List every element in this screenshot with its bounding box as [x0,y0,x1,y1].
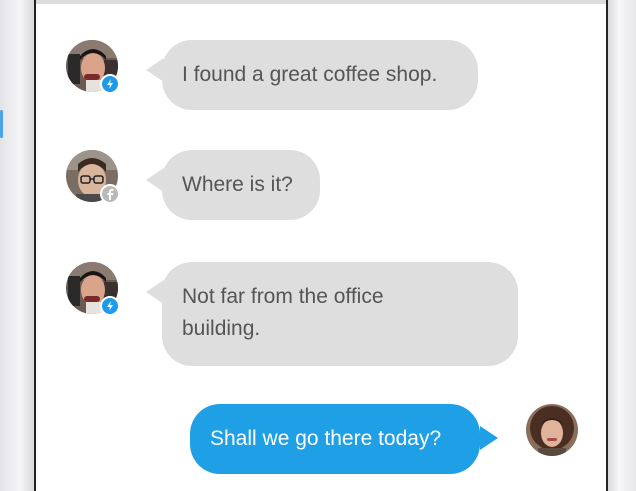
messenger-icon [100,74,120,94]
top-divider [36,0,606,4]
messenger-icon [100,296,120,316]
message-text: Shall we go there today? [210,427,442,450]
own-avatar[interactable] [526,404,578,456]
message-text: Not far from the office building. [182,285,384,340]
woman-curly-hair-avatar [526,404,578,456]
message-bubble-outgoing[interactable]: Shall we go there today? [190,404,480,474]
device-bezel-left [0,0,34,491]
sender-avatar[interactable] [66,150,120,204]
message-bubble-incoming[interactable]: I found a great coffee shop. [162,40,478,110]
facebook-icon [100,184,120,204]
sender-avatar[interactable] [66,262,120,316]
message-text: I found a great coffee shop. [182,63,438,86]
message-bubble-incoming[interactable]: Where is it? [162,150,320,220]
bubble-tail [480,426,498,450]
sender-avatar[interactable] [66,40,120,94]
device-bezel-right [608,0,636,491]
message-bubble-incoming[interactable]: Not far from the office building. [162,262,518,366]
chat-screen[interactable]: I found a great coffee shop. Where is it… [34,0,608,491]
message-text: Where is it? [182,173,293,196]
